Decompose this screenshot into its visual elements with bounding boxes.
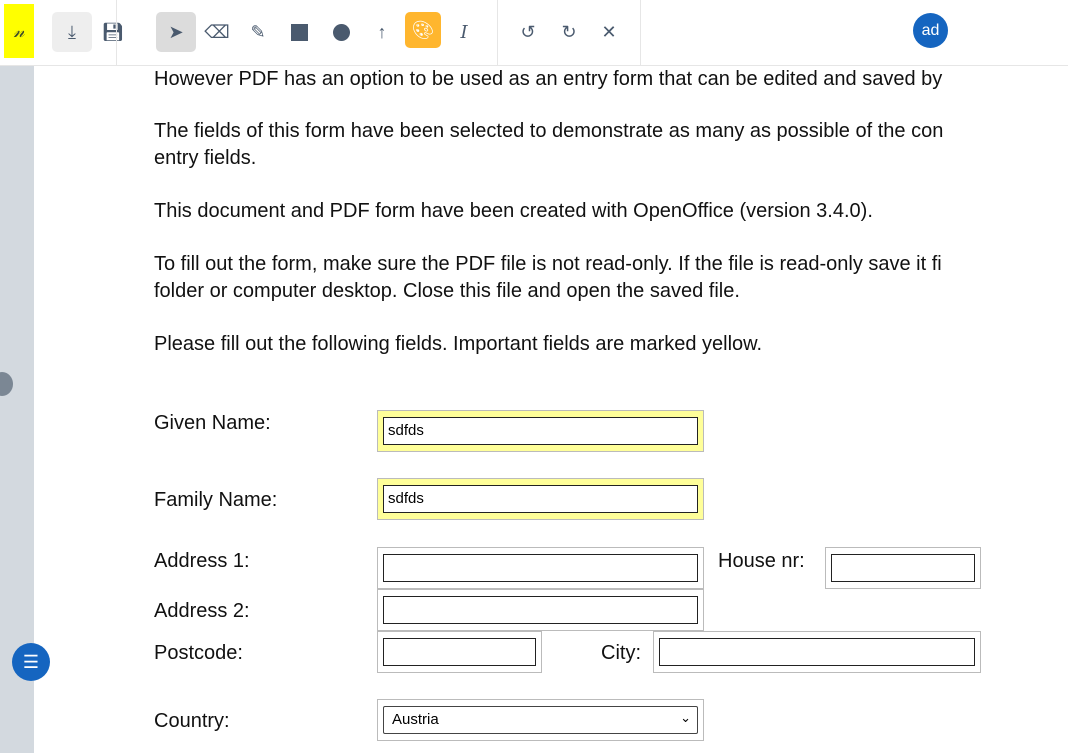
download-button[interactable]: ⤓ — [52, 12, 92, 52]
square-icon — [290, 23, 308, 41]
house-nr-label: House nr: — [718, 550, 805, 572]
paragraph: However PDF has an option to be used as … — [154, 68, 943, 90]
city-label: City: — [601, 642, 641, 664]
country-label: Country: — [154, 710, 230, 732]
pdf-page: However PDF has an option to be used as … — [34, 66, 1068, 753]
postcode-label: Postcode: — [154, 642, 243, 664]
paragraph: folder or computer desktop. Close this f… — [154, 280, 740, 302]
chevron-down-icon: ⌄ — [680, 710, 691, 725]
postcode-field-wrap — [377, 631, 542, 673]
paragraph: This document and PDF form have been cre… — [154, 200, 873, 222]
address1-input[interactable] — [383, 554, 698, 582]
given-name-field-wrap: sdfds — [377, 410, 704, 452]
divider — [116, 0, 117, 66]
country-field-wrap: Austria ⌄ — [377, 699, 704, 741]
family-name-label: Family Name: — [154, 489, 278, 511]
city-input[interactable] — [659, 638, 975, 666]
divider — [497, 0, 498, 66]
city-field-wrap — [653, 631, 981, 673]
address2-input[interactable] — [383, 596, 698, 624]
signature-button[interactable]: 𝓃 — [4, 4, 34, 58]
paragraph: The fields of this form have been select… — [154, 120, 944, 142]
text-tool-button[interactable]: I — [444, 12, 484, 52]
address1-label: Address 1: — [154, 550, 250, 572]
toolbar: 𝓃 ⤓ 💾︎ ➤ ⌫ ✎ ↑ 🎨︎ I ↺ ↻ ✕ ad — [0, 0, 1068, 66]
arrow-button[interactable]: ↑ — [362, 12, 402, 52]
house-nr-input[interactable] — [831, 554, 975, 582]
avatar[interactable]: ad — [913, 13, 948, 48]
circle-icon — [332, 23, 350, 41]
redo-button[interactable]: ↻ — [549, 12, 589, 52]
country-select[interactable]: Austria ⌄ — [383, 706, 698, 734]
pencil-button[interactable]: ✎ — [238, 12, 278, 52]
address1-field-wrap — [377, 547, 704, 589]
family-name-field-wrap: sdfds — [377, 478, 704, 520]
outline-button[interactable]: ☰ — [12, 643, 50, 681]
rectangle-button[interactable] — [279, 12, 319, 52]
family-name-input[interactable]: sdfds — [383, 485, 698, 513]
undo-button[interactable]: ↺ — [508, 12, 548, 52]
paragraph: Please fill out the following fields. Im… — [154, 333, 763, 355]
given-name-label: Given Name: — [154, 412, 271, 434]
list-icon: ☰ — [22, 651, 40, 672]
given-name-input[interactable]: sdfds — [383, 417, 698, 445]
address2-field-wrap — [377, 589, 704, 631]
eraser-button[interactable]: ⌫ — [197, 12, 237, 52]
color-palette-button[interactable]: 🎨︎ — [405, 12, 441, 48]
save-button[interactable]: 💾︎ — [93, 12, 133, 52]
address2-label: Address 2: — [154, 600, 250, 622]
country-value: Austria — [392, 711, 439, 728]
paragraph: To fill out the form, make sure the PDF … — [154, 253, 942, 275]
circle-button[interactable] — [321, 12, 361, 52]
house-nr-field-wrap — [825, 547, 981, 589]
postcode-input[interactable] — [383, 638, 536, 666]
divider — [640, 0, 641, 66]
select-tool-button[interactable]: ➤ — [156, 12, 196, 52]
paragraph: entry fields. — [154, 147, 257, 169]
close-button[interactable]: ✕ — [589, 12, 629, 52]
